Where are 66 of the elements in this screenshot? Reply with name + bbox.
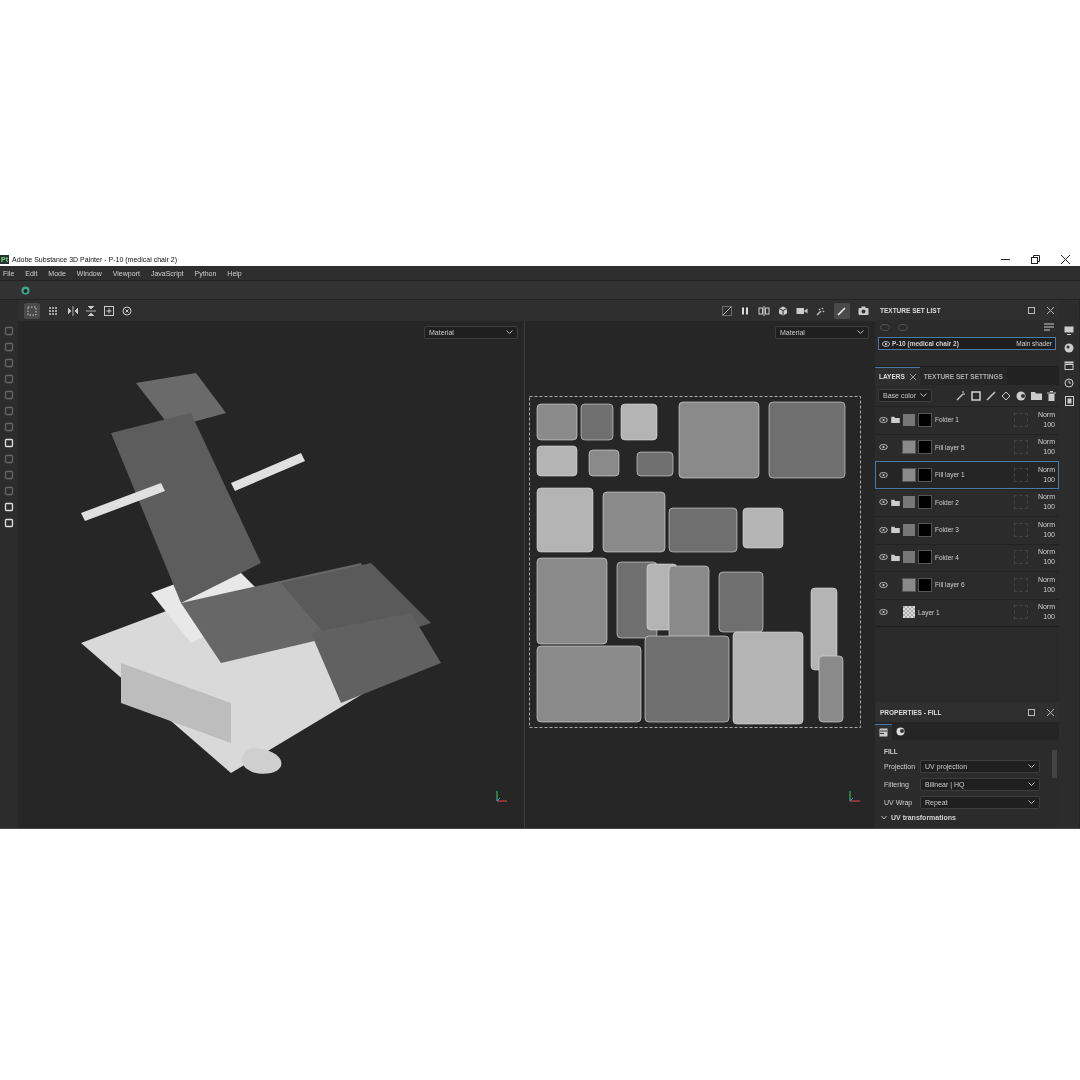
layer-thumbnail <box>903 496 915 509</box>
material-ball-icon <box>896 727 905 736</box>
mask-thumbnail <box>918 522 932 537</box>
restore-icon[interactable] <box>1031 254 1040 264</box>
chevron-icon <box>920 393 928 398</box>
folder-icon <box>891 553 900 561</box>
add-frame-icon[interactable] <box>104 305 114 316</box>
shelf-icon[interactable] <box>1064 361 1074 370</box>
properties-tab[interactable] <box>875 724 892 740</box>
history-icon[interactable] <box>1064 378 1074 388</box>
close-icon[interactable] <box>1047 708 1054 716</box>
globe-icon[interactable] <box>1064 343 1074 353</box>
caret-icon <box>881 815 887 820</box>
mask-thumbnail <box>918 467 932 482</box>
undock-icon[interactable] <box>1028 708 1035 716</box>
layer-thumbnail <box>903 578 915 591</box>
close-icon[interactable] <box>1047 306 1054 314</box>
magic-wand-icon[interactable] <box>956 390 966 401</box>
paint-mode-button[interactable] <box>834 302 850 319</box>
chevron-icon <box>1028 782 1035 787</box>
grid-view-button[interactable] <box>24 302 40 319</box>
layer-thumbnail <box>903 468 915 481</box>
mask-thumbnail <box>918 577 932 592</box>
folder-icon <box>891 526 900 534</box>
reset-icon[interactable] <box>122 305 132 316</box>
mask-thumbnail <box>918 495 932 510</box>
layer-thumbnail <box>903 551 915 564</box>
camera-icon[interactable] <box>796 305 808 316</box>
hide-icon[interactable] <box>722 305 732 316</box>
mask-thumbnail <box>918 412 932 427</box>
log-icon[interactable] <box>1064 396 1074 406</box>
particles-icon[interactable] <box>816 305 826 316</box>
layer-thumbnail <box>903 523 915 536</box>
mask-thumbnail <box>918 550 932 565</box>
layer-thumbnail <box>903 413 915 426</box>
folder-icon <box>891 416 900 424</box>
axis-gizmo-icon <box>494 790 508 804</box>
cloud-icon[interactable] <box>21 285 30 295</box>
grid-icon <box>27 305 37 316</box>
fill-settings-icon <box>879 728 888 737</box>
layer-thumbnail <box>903 606 915 619</box>
trash-icon[interactable] <box>1047 390 1056 401</box>
pause-icon[interactable] <box>740 305 750 316</box>
undock-icon[interactable] <box>1028 306 1035 314</box>
close-icon[interactable] <box>1061 254 1070 264</box>
mirror-icon[interactable] <box>68 305 78 316</box>
folder-icon[interactable] <box>1031 391 1042 400</box>
chevron-icon <box>1028 800 1035 805</box>
axis-gizmo-icon <box>847 790 861 804</box>
chevron-icon <box>506 329 513 335</box>
smart-material-icon[interactable] <box>1016 390 1026 401</box>
symmetry-icon[interactable] <box>86 305 96 316</box>
folder-icon <box>891 498 900 506</box>
cube-icon[interactable] <box>778 305 788 316</box>
layer-thumbnail <box>903 441 915 454</box>
scrollbar[interactable] <box>1052 750 1057 778</box>
display-settings-icon[interactable] <box>1064 326 1074 335</box>
add-mask-icon[interactable] <box>971 390 981 401</box>
list-settings-icon[interactable] <box>1044 323 1054 332</box>
grid-icon[interactable] <box>48 305 60 316</box>
chevron-icon <box>857 329 864 335</box>
split-view-icon[interactable] <box>758 305 770 316</box>
mask-thumbnail <box>918 440 932 455</box>
chevron-icon <box>1028 764 1035 769</box>
screenshot-icon[interactable] <box>858 305 869 316</box>
square-icon[interactable] <box>4 486 14 496</box>
